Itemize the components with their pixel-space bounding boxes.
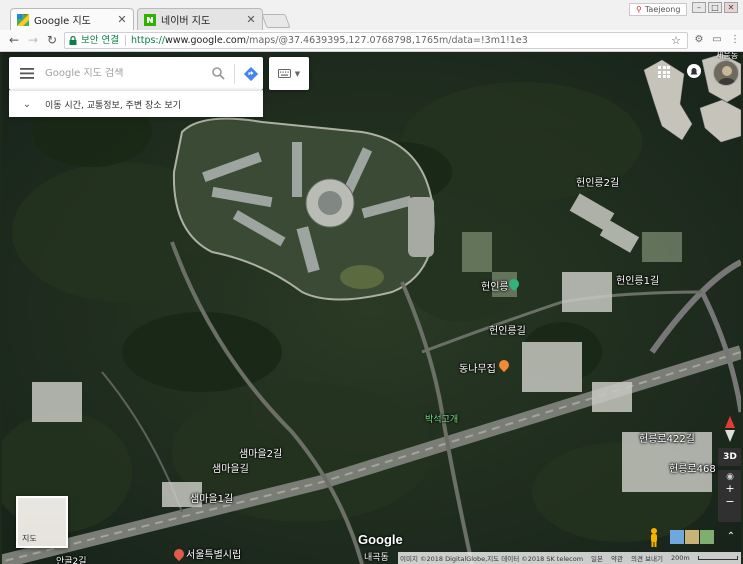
account-avatar[interactable] xyxy=(713,60,739,86)
address-bar[interactable]: 보안 연결 https://www.google.com/maps/@37.46… xyxy=(64,32,688,49)
maximize-button[interactable]: □ xyxy=(708,2,722,13)
attribution-text: 이미지 ©2018 DigitalGlobe,지도 데이터 ©2018 SK t… xyxy=(400,555,584,563)
map-layer-toggle[interactable]: 지도 xyxy=(16,496,68,548)
close-tab-icon[interactable]: ✕ xyxy=(244,13,258,26)
google-maps-favicon-icon xyxy=(17,13,29,26)
compass-control[interactable] xyxy=(720,416,740,442)
url-host: www.google.com xyxy=(165,35,246,46)
explore-nearby-bar[interactable]: ⌄ 이동 시간, 교통정보, 주변 장소 보기 xyxy=(9,90,263,117)
google-apps-icon[interactable] xyxy=(658,66,670,78)
tab-title: Google 지도 xyxy=(34,16,91,27)
tab-naver-map[interactable]: 네이버 지도 ✕ xyxy=(137,8,263,30)
browser-toolbar: ← → ↻ 보안 연결 https://www.google.com/maps/… xyxy=(0,30,743,52)
search-input[interactable] xyxy=(45,68,206,79)
divider xyxy=(124,35,126,46)
tab-title: 네이버 지도 xyxy=(161,16,211,27)
poi-label[interactable]: 서울특별시립 xyxy=(186,546,241,561)
secure-connection-label: 보안 연결 xyxy=(81,35,119,46)
place-label: 박석고개 xyxy=(425,415,459,425)
new-tab-button[interactable] xyxy=(261,14,291,28)
google-logo: Google xyxy=(358,532,403,547)
satellite-imagery xyxy=(2,52,741,564)
compass-icon xyxy=(725,416,735,442)
tilt-3d-button[interactable]: 3D xyxy=(718,448,741,466)
zoom-out-button[interactable]: − xyxy=(718,495,741,508)
cast-icon[interactable]: ▭ xyxy=(710,33,724,47)
pegman-icon[interactable] xyxy=(648,527,660,547)
zoom-in-button[interactable]: + xyxy=(718,482,741,495)
expand-icon[interactable]: ⌃ xyxy=(722,528,740,546)
road-label: 헌인릉길 xyxy=(489,326,526,337)
road-label: 헌릉로468 xyxy=(669,464,716,475)
road-label: 샘마을2길 xyxy=(239,449,283,460)
poi-label[interactable]: 동나무집 xyxy=(459,360,496,375)
scale-bar xyxy=(697,556,738,560)
browser-titlebar: Google 지도 ✕ 네이버 지도 ✕ ⚲ Taejeong – □ ✕ xyxy=(0,0,743,30)
tab-google-maps[interactable]: Google 지도 ✕ xyxy=(10,8,134,30)
chrome-menu-icon[interactable]: ⋮ xyxy=(728,33,742,47)
reload-button[interactable]: ↻ xyxy=(44,32,60,48)
lock-icon xyxy=(69,36,77,45)
layer-label: 지도 xyxy=(22,534,37,543)
road-label: 헌인릉2길 xyxy=(576,178,620,189)
road-label: 샘마을길 xyxy=(212,464,249,475)
imagery-thumbnails[interactable] xyxy=(670,530,714,544)
road-label: 헌릉로422길 xyxy=(639,434,695,445)
profile-name: Taejeong xyxy=(644,5,681,14)
naver-favicon-icon xyxy=(144,13,156,26)
bookmark-star-icon[interactable]: ☆ xyxy=(671,33,681,48)
road-label: 안골2길 xyxy=(56,557,87,564)
search-box xyxy=(9,57,263,90)
road-label: 헌인릉1길 xyxy=(616,276,660,287)
chevron-down-icon: ⌄ xyxy=(22,98,32,110)
map-canvas[interactable]: 헌인릉2길 헌인릉1길 헌인릉 헌인릉길 동나무집 박석고개 헌릉로422길 헌… xyxy=(2,52,741,564)
search-icon[interactable] xyxy=(206,57,230,90)
my-location-icon[interactable]: ◉ xyxy=(718,472,741,482)
profile-icon: ⚲ xyxy=(636,5,642,14)
attribution-bar: 이미지 ©2018 DigitalGlobe,지도 데이터 ©2018 SK t… xyxy=(398,552,741,564)
explore-nearby-label: 이동 시간, 교통정보, 주변 장소 보기 xyxy=(45,100,181,111)
dropdown-arrow-icon: ▼ xyxy=(294,69,301,78)
url-scheme: https:// xyxy=(130,35,166,46)
minimize-button[interactable]: – xyxy=(692,2,706,13)
profile-button[interactable]: ⚲ Taejeong xyxy=(629,3,688,16)
zoom-control: ◉ + − xyxy=(718,470,741,522)
forward-button[interactable]: → xyxy=(25,32,41,48)
keyboard-icon xyxy=(277,69,291,78)
region-link[interactable]: 일본 xyxy=(591,553,603,563)
hamburger-menu-icon[interactable] xyxy=(9,57,45,90)
scale-label[interactable]: 200m xyxy=(671,554,690,562)
area-label: 내곡동 xyxy=(364,553,389,563)
place-label: 세움동 xyxy=(716,52,739,60)
feedback-link[interactable]: 의견 보내기 xyxy=(631,553,663,563)
close-tab-icon[interactable]: ✕ xyxy=(115,13,129,26)
directions-icon[interactable] xyxy=(239,57,263,90)
divider xyxy=(234,63,235,84)
extension-icon[interactable]: ⚙ xyxy=(692,33,706,47)
terms-link[interactable]: 약관 xyxy=(611,553,623,563)
url-path: /maps/@37.4639395,127.0768798,1765m/data… xyxy=(245,35,528,46)
notifications-icon[interactable] xyxy=(687,64,701,78)
window-close-button[interactable]: ✕ xyxy=(724,2,738,13)
back-button[interactable]: ← xyxy=(6,32,22,48)
input-tools-button[interactable]: ▼ xyxy=(269,57,309,90)
poi-label[interactable]: 헌인릉 xyxy=(481,278,509,293)
road-label: 샘마을1길 xyxy=(190,494,234,505)
